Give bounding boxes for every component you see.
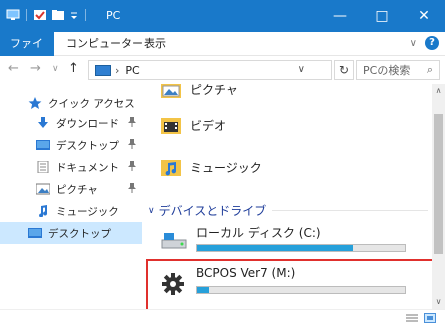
nav-item-desktop[interactable]: デスクトップ: [0, 134, 142, 156]
drive-usage-bar: [196, 244, 406, 252]
nav-item-documents[interactable]: ドキュメント: [0, 156, 142, 178]
help-icon[interactable]: ?: [425, 36, 439, 50]
tab-file[interactable]: ファイル: [0, 32, 54, 74]
nav-quick-access[interactable]: クイック アクセス: [0, 92, 142, 114]
computer-icon[interactable]: [6, 9, 20, 21]
group-header-devices[interactable]: ∨ デバイスとドライブ: [148, 202, 428, 219]
pin-icon[interactable]: [127, 160, 136, 174]
folder-label: ミュージック: [190, 160, 262, 175]
address-dropdown-icon[interactable]: ∨: [298, 64, 305, 75]
nav-label: デスクトップ: [48, 227, 111, 240]
breadcrumb-separator[interactable]: ›: [115, 64, 119, 77]
toolbar-divider: [85, 9, 86, 21]
video-folder-icon: [160, 114, 182, 136]
ribbon-tabs: ファイル コンピューター 表示 ∨ ?: [0, 32, 445, 74]
nav-label: ダウンロード: [56, 117, 119, 130]
minimize-button[interactable]: —: [319, 0, 361, 32]
folder-label: ピクチャ: [190, 84, 238, 97]
music-icon: [36, 205, 50, 218]
search-placeholder: PCの検索: [363, 64, 411, 77]
forward-button[interactable]: →: [30, 61, 41, 76]
quick-access-toolbar: [6, 9, 88, 21]
nav-label: ピクチャ: [56, 183, 98, 196]
pc-icon: [95, 64, 111, 76]
scroll-up-button[interactable]: ∧: [432, 84, 445, 98]
nav-label: デスクトップ: [56, 139, 119, 152]
nav-label: ドキュメント: [56, 161, 119, 174]
maximize-button[interactable]: □: [361, 0, 403, 32]
close-button[interactable]: ✕: [403, 0, 445, 32]
nav-label: クイック アクセス: [48, 97, 135, 110]
group-divider: [272, 210, 428, 211]
recent-locations-button[interactable]: ∨: [52, 64, 59, 74]
pin-icon[interactable]: [127, 116, 136, 130]
details-view-icon[interactable]: [406, 313, 418, 323]
group-header-label: デバイスとドライブ: [158, 204, 267, 218]
breadcrumb-pc[interactable]: PC: [125, 64, 139, 77]
address-row: ← → ∨ ↑ › PC ∨ ↻ PCの検索 ⌕: [0, 56, 445, 84]
nav-item-downloads[interactable]: ダウンロード: [0, 112, 142, 134]
folder-music[interactable]: ミュージック: [160, 156, 262, 178]
address-bar[interactable]: › PC ∨: [88, 60, 332, 80]
document-icon: [36, 160, 50, 174]
nav-item-pictures[interactable]: ピクチャ: [0, 178, 142, 200]
status-bar: [0, 309, 445, 325]
picture-folder-icon: [160, 84, 182, 100]
star-icon: [28, 97, 42, 109]
drive-name: ローカル ディスク (C:): [196, 226, 321, 240]
window-title: PC: [106, 9, 121, 22]
chevron-down-icon: ∨: [148, 205, 155, 216]
tab-view[interactable]: 表示: [136, 32, 174, 56]
pin-icon[interactable]: [127, 138, 136, 152]
refresh-button[interactable]: ↻: [334, 60, 354, 80]
ribbon-collapse-icon[interactable]: ∨: [410, 38, 417, 49]
title-bar: PC — □ ✕: [0, 0, 445, 32]
vertical-scrollbar[interactable]: ∧ ∨: [432, 84, 445, 309]
folder-pictures[interactable]: ピクチャ: [160, 84, 238, 100]
navigation-pane: クイック アクセス ダウンロード デスクトップ ドキュメント ピクチャ ミュージ…: [0, 84, 142, 309]
desktop-icon: [28, 227, 42, 239]
nav-item-music[interactable]: ミュージック: [0, 200, 142, 222]
new-folder-icon[interactable]: [51, 9, 65, 21]
folder-label: ビデオ: [190, 118, 227, 133]
properties-check-icon[interactable]: [33, 9, 47, 21]
nav-label: ミュージック: [56, 205, 119, 218]
music-folder-icon: [160, 156, 182, 178]
search-box[interactable]: PCの検索 ⌕: [356, 60, 440, 80]
drive-local-c[interactable]: ローカル ディスク (C:): [160, 224, 430, 258]
local-disk-icon: [160, 230, 188, 252]
drive-usage-fill: [197, 245, 353, 251]
back-button[interactable]: ←: [8, 61, 19, 76]
nav-item-desktop-root[interactable]: デスクトップ: [0, 222, 142, 244]
customize-toolbar-icon[interactable]: [69, 9, 79, 21]
pin-icon[interactable]: [127, 182, 136, 196]
scroll-thumb[interactable]: [434, 114, 443, 254]
folder-videos[interactable]: ビデオ: [160, 114, 226, 136]
large-icons-view-icon[interactable]: [424, 313, 436, 323]
scroll-down-button[interactable]: ∨: [432, 295, 445, 309]
highlight-annotation: [146, 259, 443, 314]
up-button[interactable]: ↑: [68, 61, 79, 76]
desktop-icon: [36, 139, 50, 151]
download-icon: [36, 117, 50, 129]
search-icon: ⌕: [426, 63, 433, 76]
toolbar-divider: [26, 9, 27, 21]
picture-icon: [35, 183, 51, 195]
